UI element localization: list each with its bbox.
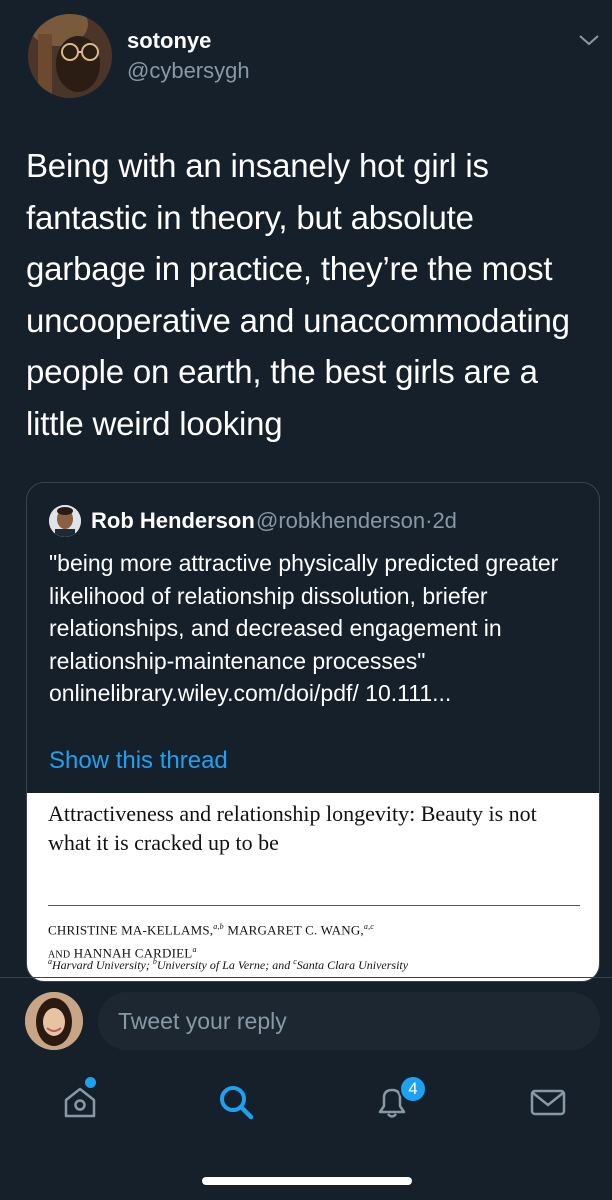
quoted-tweet-card[interactable]: Rob Henderson @robkhenderson·2d "being m… (26, 482, 600, 982)
search-icon[interactable] (214, 1080, 258, 1124)
tweet-text: Being with an insanely hot girl is fanta… (26, 147, 570, 442)
quoted-tweet-header: Rob Henderson @robkhenderson·2d (49, 505, 589, 537)
quoted-tweet-time: 2d (432, 508, 457, 533)
show-thread-link[interactable]: Show this thread (49, 747, 228, 775)
paper-author-1: CHRISTINE MA-KELLAMS, (48, 922, 214, 938)
home-indicator (202, 1177, 412, 1185)
author-display-name[interactable]: sotonye (127, 28, 211, 54)
reply-bar (0, 978, 612, 1058)
quoted-author-name: Rob Henderson (91, 508, 255, 533)
affil-a: Harvard University; (52, 958, 153, 972)
affil-b: University of La Verne; and (156, 958, 294, 972)
notifications-badge: 4 (399, 1075, 427, 1103)
paper-author-3-sup: a (192, 945, 197, 955)
avatar-image (28, 14, 112, 98)
quoted-author-handle: @robkhenderson (256, 508, 426, 533)
paper-author-2-sup: a,c (363, 922, 375, 931)
paper-title: Attractiveness and relationship longevit… (48, 801, 537, 855)
reply-input[interactable] (98, 992, 600, 1050)
mail-icon[interactable] (526, 1080, 570, 1124)
quoted-author-meta: @robkhenderson·2d (256, 508, 457, 534)
quoted-author-avatar (49, 505, 81, 537)
paper-author-2: MARGARET C. WANG, (223, 922, 364, 938)
paper-author-1-sup: a,b (213, 922, 224, 931)
quoted-tweet-text: "being more attractive physically predic… (49, 550, 559, 706)
chevron-down-icon[interactable] (578, 32, 600, 48)
paper-affiliations: aHarvard University; bUniversity of La V… (48, 957, 588, 973)
home-new-indicator (85, 1077, 96, 1088)
affil-c: Santa Clara University (296, 958, 409, 972)
home-icon[interactable] (58, 1080, 102, 1124)
avatar[interactable] (28, 14, 112, 98)
author-handle[interactable]: @cybersygh (127, 58, 250, 84)
user-avatar[interactable] (25, 992, 83, 1050)
bottom-tab-bar: 4 (0, 1062, 612, 1152)
paper-divider (48, 905, 580, 906)
tweet-header: sotonye @cybersygh (0, 0, 612, 110)
paper-preview-image[interactable]: Attractiveness and relationship longevit… (27, 793, 599, 981)
